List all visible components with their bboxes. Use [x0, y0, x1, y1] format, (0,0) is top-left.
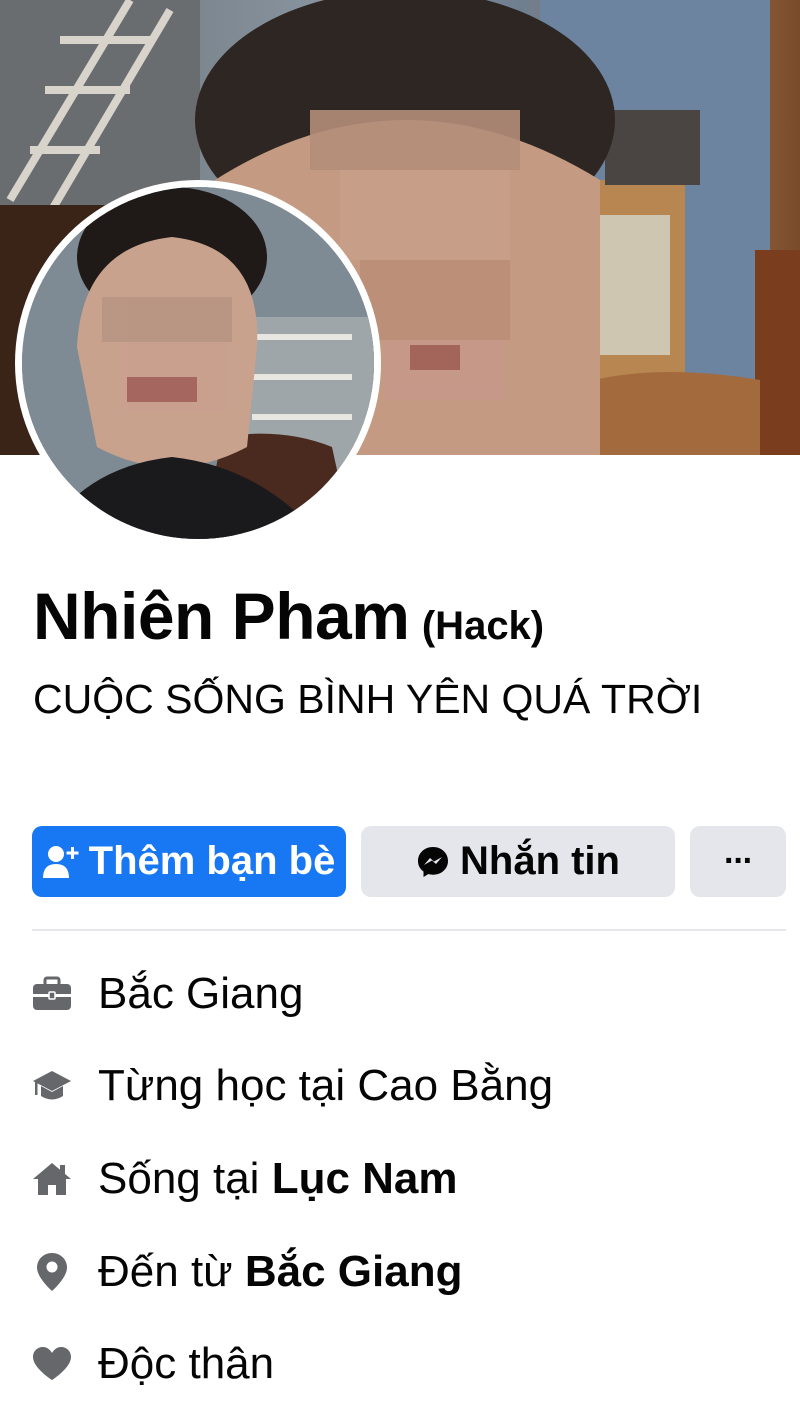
detail-relationship[interactable]: Độc thân: [32, 1334, 792, 1394]
detail-lives-in-text: Sống tại Lục Nam: [98, 1154, 458, 1203]
profile-name-row: Nhiên Pham (Hack): [33, 578, 544, 654]
graduation-cap-icon: [32, 1066, 72, 1106]
detail-education-text: Từng học tại Cao Bằng: [98, 1061, 554, 1110]
heart-icon: [32, 1344, 72, 1384]
add-friend-button[interactable]: Thêm bạn bè: [32, 826, 346, 897]
profile-bio: CUỘC SỐNG BÌNH YÊN QUÁ TRỜI: [33, 676, 703, 722]
detail-relationship-text: Độc thân: [98, 1339, 275, 1388]
message-label: Nhắn tin: [460, 839, 620, 883]
briefcase-icon: [32, 974, 72, 1014]
profile-nickname: (Hack): [421, 604, 545, 648]
section-divider: [32, 929, 786, 931]
messenger-icon: [416, 845, 450, 879]
detail-from[interactable]: Đến từ Bắc Giang: [32, 1242, 792, 1302]
profile-name: Nhiên Pham: [33, 579, 410, 653]
add-friend-icon: [42, 845, 79, 879]
add-friend-label: Thêm bạn bè: [88, 839, 336, 883]
detail-lives-in-place: Lục Nam: [271, 1154, 458, 1203]
detail-from-text: Đến từ Bắc Giang: [98, 1247, 463, 1296]
detail-work[interactable]: Bắc Giang: [32, 964, 792, 1024]
detail-work-text: Bắc Giang: [98, 969, 304, 1018]
avatar[interactable]: [22, 187, 374, 539]
detail-from-place: Bắc Giang: [244, 1247, 463, 1296]
location-pin-icon: [32, 1252, 72, 1292]
detail-education[interactable]: Từng học tại Cao Bằng: [32, 1056, 792, 1116]
home-icon: [32, 1159, 72, 1199]
detail-lives-in[interactable]: Sống tại Lục Nam: [32, 1149, 792, 1209]
more-options-button[interactable]: ···: [690, 826, 786, 897]
more-options-icon: ···: [724, 842, 754, 880]
message-button[interactable]: Nhắn tin: [361, 826, 675, 897]
